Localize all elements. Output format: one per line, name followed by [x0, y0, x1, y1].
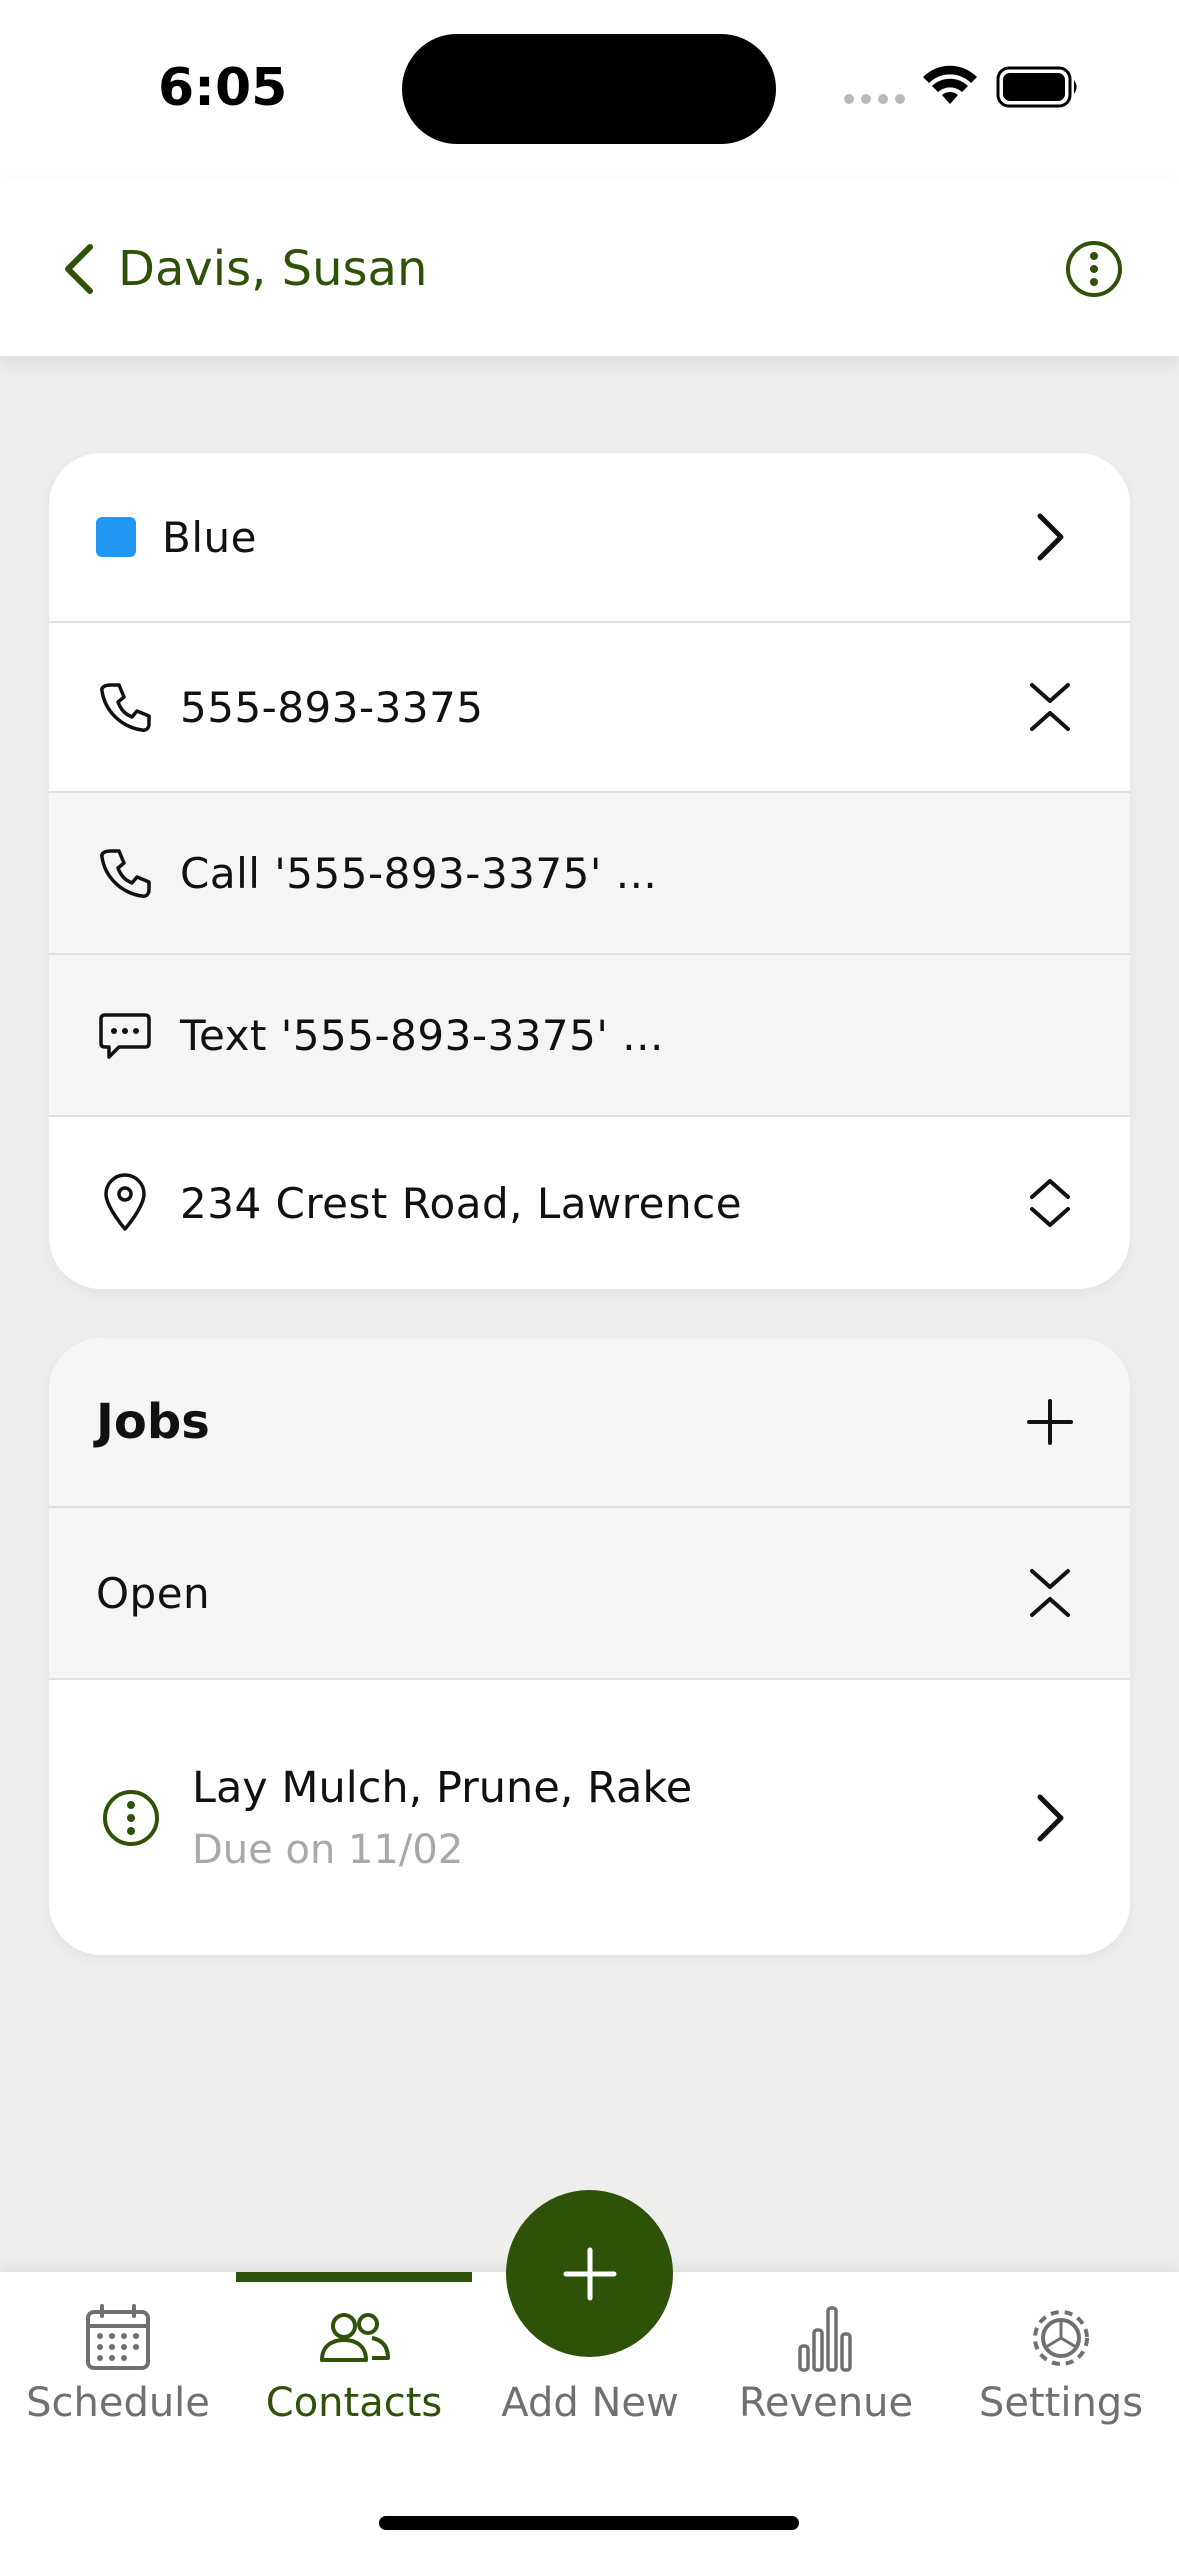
tab-revenue-label: Revenue — [738, 2380, 914, 2426]
location-pin-icon — [95, 1173, 155, 1233]
jobs-title: Jobs — [96, 1394, 210, 1450]
collapse-section-icon[interactable] — [1020, 1563, 1080, 1623]
wifi-icon — [923, 65, 977, 104]
tab-settings[interactable]: Settings — [943, 2272, 1179, 2472]
chevron-right-icon — [1020, 1788, 1080, 1848]
category-color-swatch — [96, 517, 136, 557]
plus-icon — [563, 2247, 616, 2300]
nav-header: Davis, Susan — [0, 180, 1179, 356]
home-indicator — [379, 2516, 799, 2530]
job-text-group: Lay Mulch, Prune, Rake Due on 11/02 — [192, 1763, 692, 1873]
battery-icon — [996, 66, 1077, 108]
call-action-row[interactable]: Call '555-893-3375' ... — [49, 793, 1130, 955]
phone-icon — [95, 677, 155, 737]
address-row[interactable]: 234 Crest Road, Lawrence — [49, 1117, 1130, 1289]
tab-contacts-label: Contacts — [265, 2380, 443, 2426]
text-action-row[interactable]: Text '555-893-3375' ... — [49, 955, 1130, 1117]
open-jobs-section-row[interactable]: Open — [49, 1508, 1130, 1680]
tab-schedule[interactable]: Schedule — [0, 2272, 236, 2472]
job-list-item[interactable]: Lay Mulch, Prune, Rake Due on 11/02 — [49, 1680, 1130, 1955]
tab-schedule-label: Schedule — [26, 2380, 210, 2426]
jobs-header-row: Jobs — [49, 1338, 1130, 1508]
call-action-label: Call '555-893-3375' ... — [180, 848, 658, 898]
text-action-label: Text '555-893-3375' ... — [180, 1010, 664, 1060]
job-status-icon — [101, 1788, 161, 1848]
more-options-icon[interactable] — [1064, 239, 1124, 299]
category-label: Blue — [162, 512, 257, 562]
chevron-right-icon — [1020, 507, 1080, 567]
calendar-icon — [86, 2304, 150, 2370]
tab-contacts[interactable]: Contacts — [236, 2272, 472, 2472]
expand-icon[interactable] — [1020, 1173, 1080, 1233]
add-new-button[interactable] — [506, 2190, 673, 2357]
gear-icon — [1033, 2310, 1089, 2366]
phone-call-icon — [95, 843, 155, 903]
contact-name-title: Davis, Susan — [118, 241, 428, 297]
add-job-icon[interactable] — [1020, 1392, 1080, 1452]
chevron-left-icon — [65, 244, 93, 294]
job-title: Lay Mulch, Prune, Rake — [192, 1762, 693, 1813]
open-section-label: Open — [96, 1568, 211, 1618]
collapse-icon[interactable] — [1020, 677, 1080, 737]
contact-details-card: Blue 555-893-3375 Call '555-893-3375' ..… — [49, 453, 1130, 1289]
jobs-card: Jobs Open Lay Mulch, Prune, Rake Due on … — [49, 1338, 1130, 1955]
category-row[interactable]: Blue — [49, 453, 1130, 623]
status-bar: 6:05 — [0, 0, 1179, 180]
people-icon — [320, 2313, 390, 2362]
tab-add-new-label: Add New — [501, 2380, 679, 2426]
tab-revenue[interactable]: Revenue — [708, 2272, 944, 2472]
address-label: 234 Crest Road, Lawrence — [180, 1178, 743, 1228]
back-button[interactable]: Davis, Susan — [62, 234, 427, 304]
dynamic-island — [402, 34, 776, 144]
phone-row[interactable]: 555-893-3375 — [49, 623, 1130, 793]
phone-number: 555-893-3375 — [180, 682, 484, 732]
status-time: 6:05 — [158, 58, 288, 118]
tab-settings-label: Settings — [978, 2380, 1144, 2426]
message-icon — [95, 1005, 155, 1065]
cellular-signal-icon — [844, 94, 906, 104]
job-due-date: Due on 11/02 — [192, 1826, 464, 1873]
bar-chart-icon — [798, 2306, 852, 2372]
